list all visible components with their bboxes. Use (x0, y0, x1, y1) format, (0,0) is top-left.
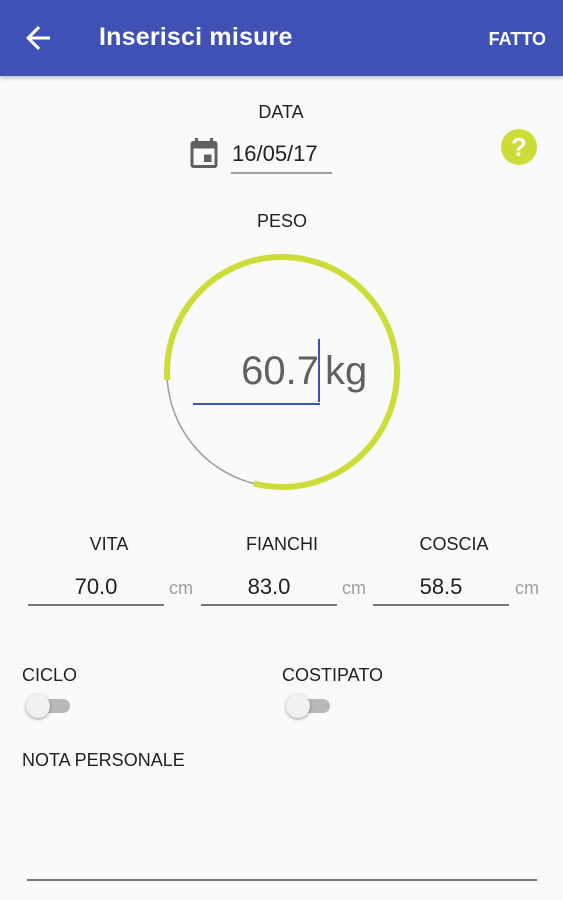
note-input[interactable] (27, 790, 537, 881)
back-button[interactable] (20, 20, 56, 56)
hips-input[interactable]: 83.0 (201, 572, 337, 606)
constipated-label: COSTIPATO (282, 665, 384, 685)
arrow-back-icon (26, 26, 50, 50)
thigh-unit: cm (515, 578, 539, 598)
weight-unit: kg (325, 349, 368, 393)
cycle-switch[interactable] (26, 690, 72, 720)
hips-label: FIANCHI (246, 534, 318, 554)
switch-thumb (286, 694, 310, 718)
constipated-switch[interactable] (286, 690, 332, 720)
waist-input[interactable]: 70.0 (28, 572, 164, 606)
date-label: DATA (258, 102, 304, 122)
help-icon[interactable]: ? (500, 128, 538, 166)
switch-thumb (26, 694, 50, 718)
app-bar: Inserisci misure FATTO (0, 0, 563, 76)
waist-unit: cm (169, 578, 193, 598)
svg-text:?: ? (511, 132, 527, 162)
thigh-input[interactable]: 58.5 (373, 572, 509, 606)
thigh-label: COSCIA (419, 534, 489, 554)
date-field[interactable]: 16/05/17 (231, 141, 332, 174)
weight-label: PESO (256, 211, 308, 231)
waist-label: VITA (89, 534, 129, 554)
weight-input-underline (193, 403, 320, 405)
hips-unit: cm (342, 578, 366, 598)
cycle-label: CICLO (22, 665, 78, 685)
note-label: NOTA PERSONALE (22, 750, 185, 770)
page-title: Inserisci misure (99, 23, 293, 51)
weight-input[interactable]: 60.7 (195, 349, 319, 394)
done-button[interactable]: FATTO (489, 29, 546, 50)
calendar-icon[interactable] (186, 134, 222, 172)
text-cursor (318, 339, 320, 402)
